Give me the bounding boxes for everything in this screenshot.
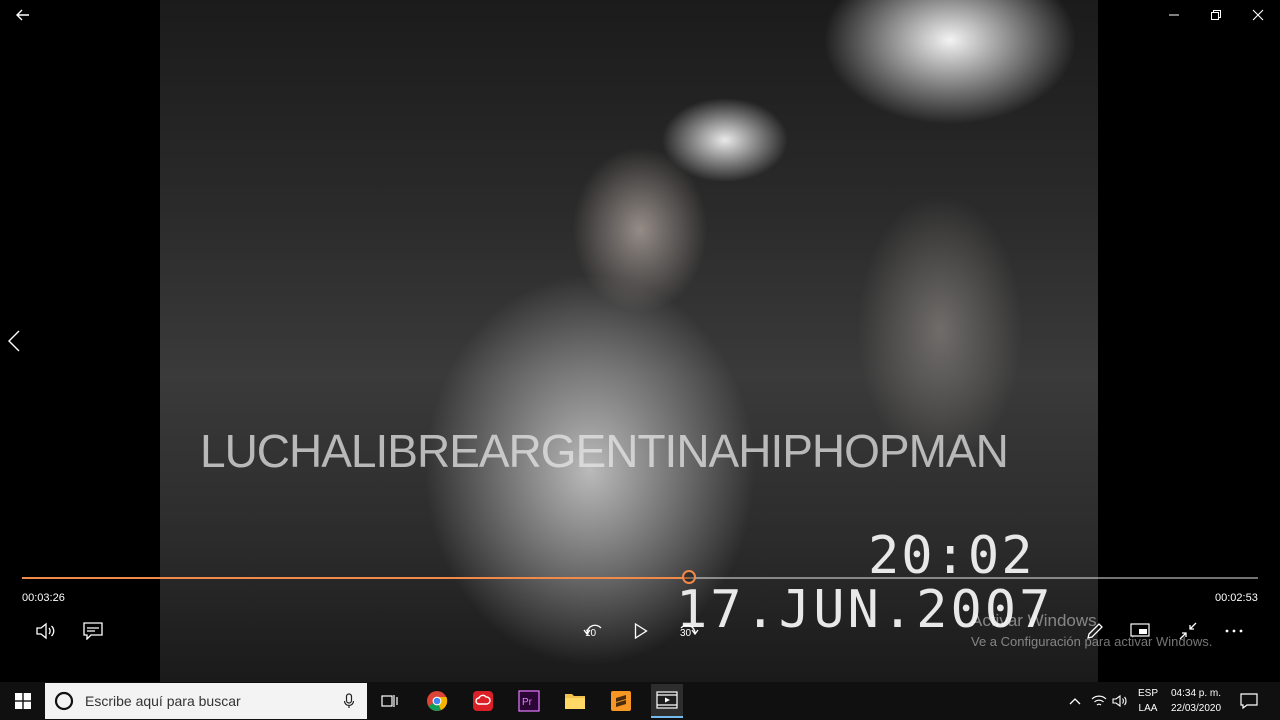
action-center-button[interactable]	[1236, 688, 1262, 714]
previous-item-button[interactable]	[2, 326, 26, 356]
taskbar-file-explorer[interactable]	[559, 684, 591, 718]
creative-cloud-icon	[473, 691, 493, 711]
folder-icon	[565, 694, 585, 709]
task-view-button[interactable]	[374, 684, 406, 718]
notification-icon	[1240, 693, 1258, 709]
back-button[interactable]	[8, 0, 38, 30]
skip-back-label: 10	[585, 628, 597, 639]
clock-time: 04:34 p. m.	[1170, 688, 1222, 699]
subtitles-button[interactable]	[80, 618, 106, 644]
video-date-stamp: 17.JUN.2007	[676, 580, 1054, 640]
film-icon	[656, 691, 678, 709]
svg-text:Pr: Pr	[522, 697, 533, 708]
minimize-icon	[1169, 14, 1179, 16]
more-icon	[1225, 629, 1243, 633]
show-hidden-icons-button[interactable]	[1066, 690, 1084, 712]
volume-icon	[36, 622, 55, 640]
cast-button[interactable]	[1127, 618, 1153, 644]
seek-progress	[22, 577, 689, 579]
subtitles-icon	[83, 622, 103, 640]
taskbar-creative-cloud[interactable]	[467, 684, 499, 718]
clock-date: 22/03/2020	[1170, 703, 1222, 714]
edit-button[interactable]	[1082, 618, 1108, 644]
network-button[interactable]	[1090, 690, 1108, 712]
chevron-up-icon	[1069, 698, 1081, 705]
seek-thumb[interactable]	[682, 570, 696, 584]
restore-button[interactable]	[1198, 0, 1234, 30]
wifi-icon	[1091, 695, 1107, 706]
play-button[interactable]	[628, 618, 654, 644]
keyboard-layout: LAA	[1138, 703, 1158, 714]
collapse-arrows-icon	[1179, 622, 1197, 640]
search-placeholder: Escribe aquí para buscar	[85, 693, 241, 709]
taskbar-search-box[interactable]: Escribe aquí para buscar	[45, 683, 367, 719]
restore-icon	[1211, 10, 1221, 20]
cast-icon	[1130, 623, 1150, 637]
chrome-icon	[427, 691, 448, 711]
speaker-icon	[1112, 694, 1127, 708]
minimize-button[interactable]	[1156, 0, 1192, 30]
remaining-time: 00:02:53	[1215, 592, 1258, 604]
input-language[interactable]: ESP LAA	[1135, 686, 1161, 716]
taskbar-movies-tv[interactable]	[651, 684, 683, 718]
chevron-left-icon	[8, 330, 20, 352]
close-icon	[1252, 9, 1264, 21]
windows-logo-icon	[15, 693, 31, 709]
cortana-icon	[54, 691, 74, 711]
taskbar-clock[interactable]: 04:34 p. m. 22/03/2020	[1164, 686, 1228, 716]
task-view-icon	[381, 695, 398, 707]
premiere-icon: Pr	[518, 690, 540, 712]
close-button[interactable]	[1240, 0, 1276, 30]
fullscreen-button[interactable]	[1175, 618, 1201, 644]
tray-volume-button[interactable]	[1110, 690, 1130, 712]
activation-title: Activar Windows	[971, 611, 1097, 630]
sublime-icon	[611, 691, 631, 711]
elapsed-time: 00:03:26	[22, 592, 65, 604]
taskbar-chrome[interactable]	[421, 684, 453, 718]
microphone-icon[interactable]	[343, 693, 355, 709]
video-watermark: LUCHALIBREARGENTINAHIPHOPMAN	[200, 425, 1009, 477]
more-options-button[interactable]	[1220, 618, 1248, 644]
volume-button[interactable]	[32, 618, 60, 644]
play-icon	[634, 623, 648, 639]
taskbar-sublime[interactable]	[605, 684, 637, 718]
taskbar-premiere[interactable]: Pr	[513, 684, 545, 718]
pencil-icon	[1087, 623, 1103, 639]
skip-forward-label: 30	[680, 628, 692, 639]
back-arrow-icon	[16, 9, 29, 21]
start-button[interactable]	[6, 684, 40, 718]
language-code: ESP	[1137, 688, 1158, 699]
